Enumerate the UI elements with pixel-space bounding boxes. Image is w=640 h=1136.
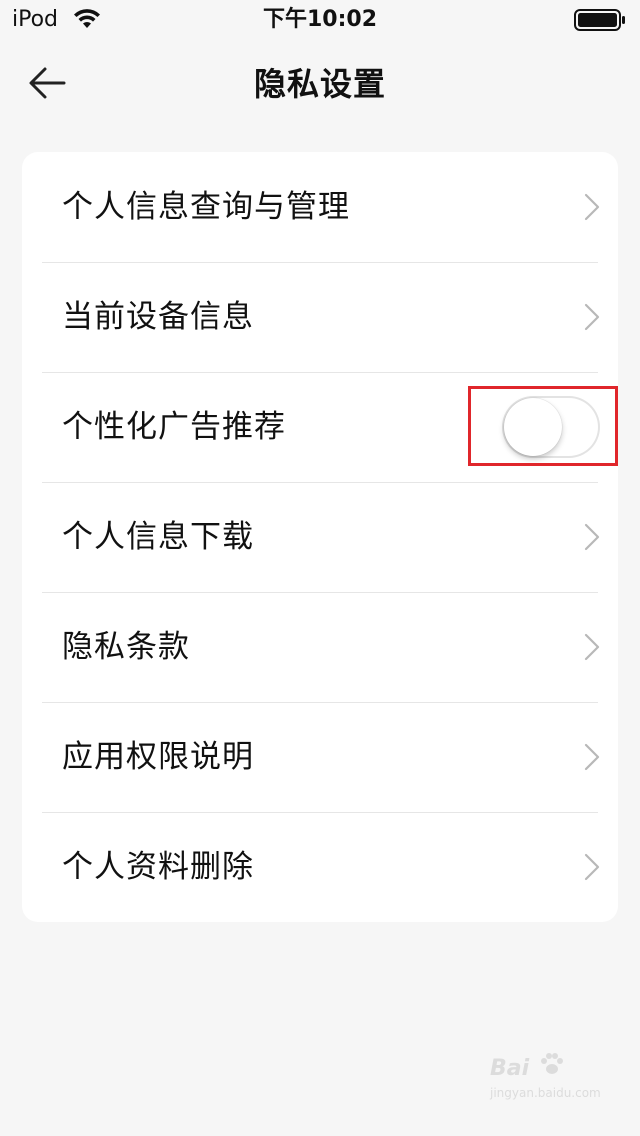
chevron-right-icon [584,523,600,551]
settings-item-device-info[interactable]: 当前设备信息 [22,262,618,372]
chevron-right-icon [584,193,600,221]
settings-item-label: 个人信息查询与管理 [62,189,350,225]
watermark-brand: Bai [490,1056,530,1081]
settings-item-label: 当前设备信息 [62,299,254,335]
chevron-right-icon [584,853,600,881]
settings-card: 个人信息查询与管理 当前设备信息 个性化广告推荐 个人信息下载 隐私条款 应用权… [22,152,618,922]
settings-item-label: 隐私条款 [62,629,190,665]
settings-item-label: 个性化广告推荐 [62,409,286,445]
settings-item-app-permissions[interactable]: 应用权限说明 [22,702,618,812]
paw-icon [541,1053,563,1074]
settings-item-label: 个人信息下载 [62,519,254,555]
highlight-box [468,386,618,466]
settings-item-label: 个人资料删除 [62,849,254,885]
chevron-right-icon [584,633,600,661]
settings-item-label: 应用权限说明 [62,739,254,775]
status-time: 下午10:02 [262,7,378,32]
settings-item-personal-info-management[interactable]: 个人信息查询与管理 [22,152,618,262]
chevron-right-icon [584,303,600,331]
battery-icon [574,9,625,31]
settings-item-privacy-terms[interactable]: 隐私条款 [22,592,618,702]
nav-bar: 隐私设置 [0,40,640,128]
page-title: 隐私设置 [253,65,386,103]
settings-item-delete-profile[interactable]: 个人资料删除 [22,812,618,922]
settings-item-personal-info-download[interactable]: 个人信息下载 [22,482,618,592]
watermark-logo: Bai jingyan.baidu.com [490,1053,610,1108]
watermark-url: jingyan.baidu.com [490,1086,601,1100]
chevron-right-icon [584,743,600,771]
status-bar: iPod 下午10:02 [0,0,640,40]
